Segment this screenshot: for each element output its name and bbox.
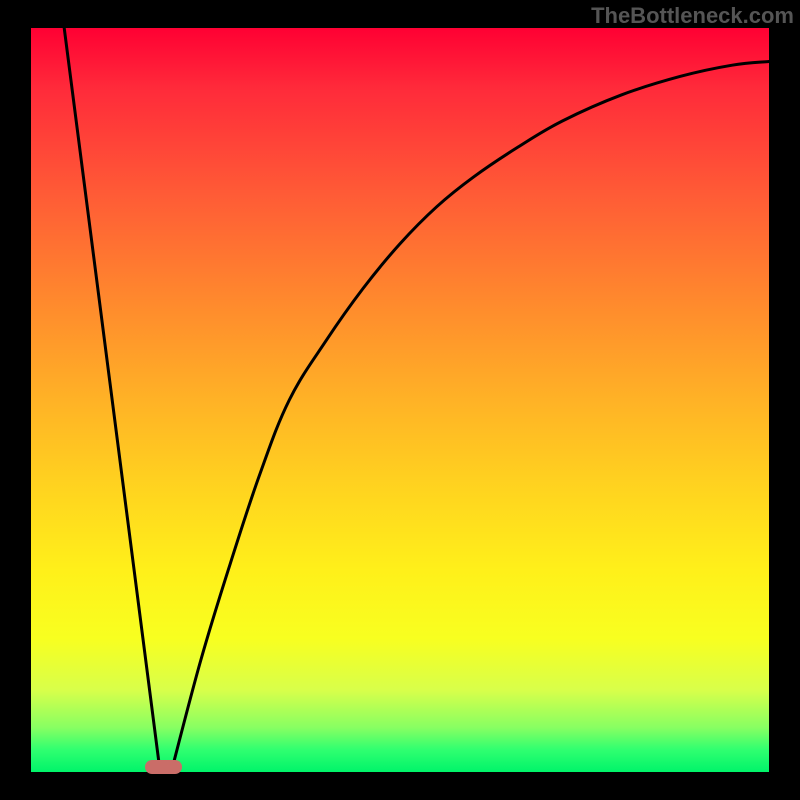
plot-area <box>31 28 769 772</box>
optimum-marker <box>145 760 182 774</box>
curve-left-limb <box>64 28 160 772</box>
curve-right-limb <box>171 61 769 772</box>
watermark-text: TheBottleneck.com <box>591 3 794 29</box>
bottleneck-curve <box>31 28 769 772</box>
chart-frame: TheBottleneck.com <box>0 0 800 800</box>
